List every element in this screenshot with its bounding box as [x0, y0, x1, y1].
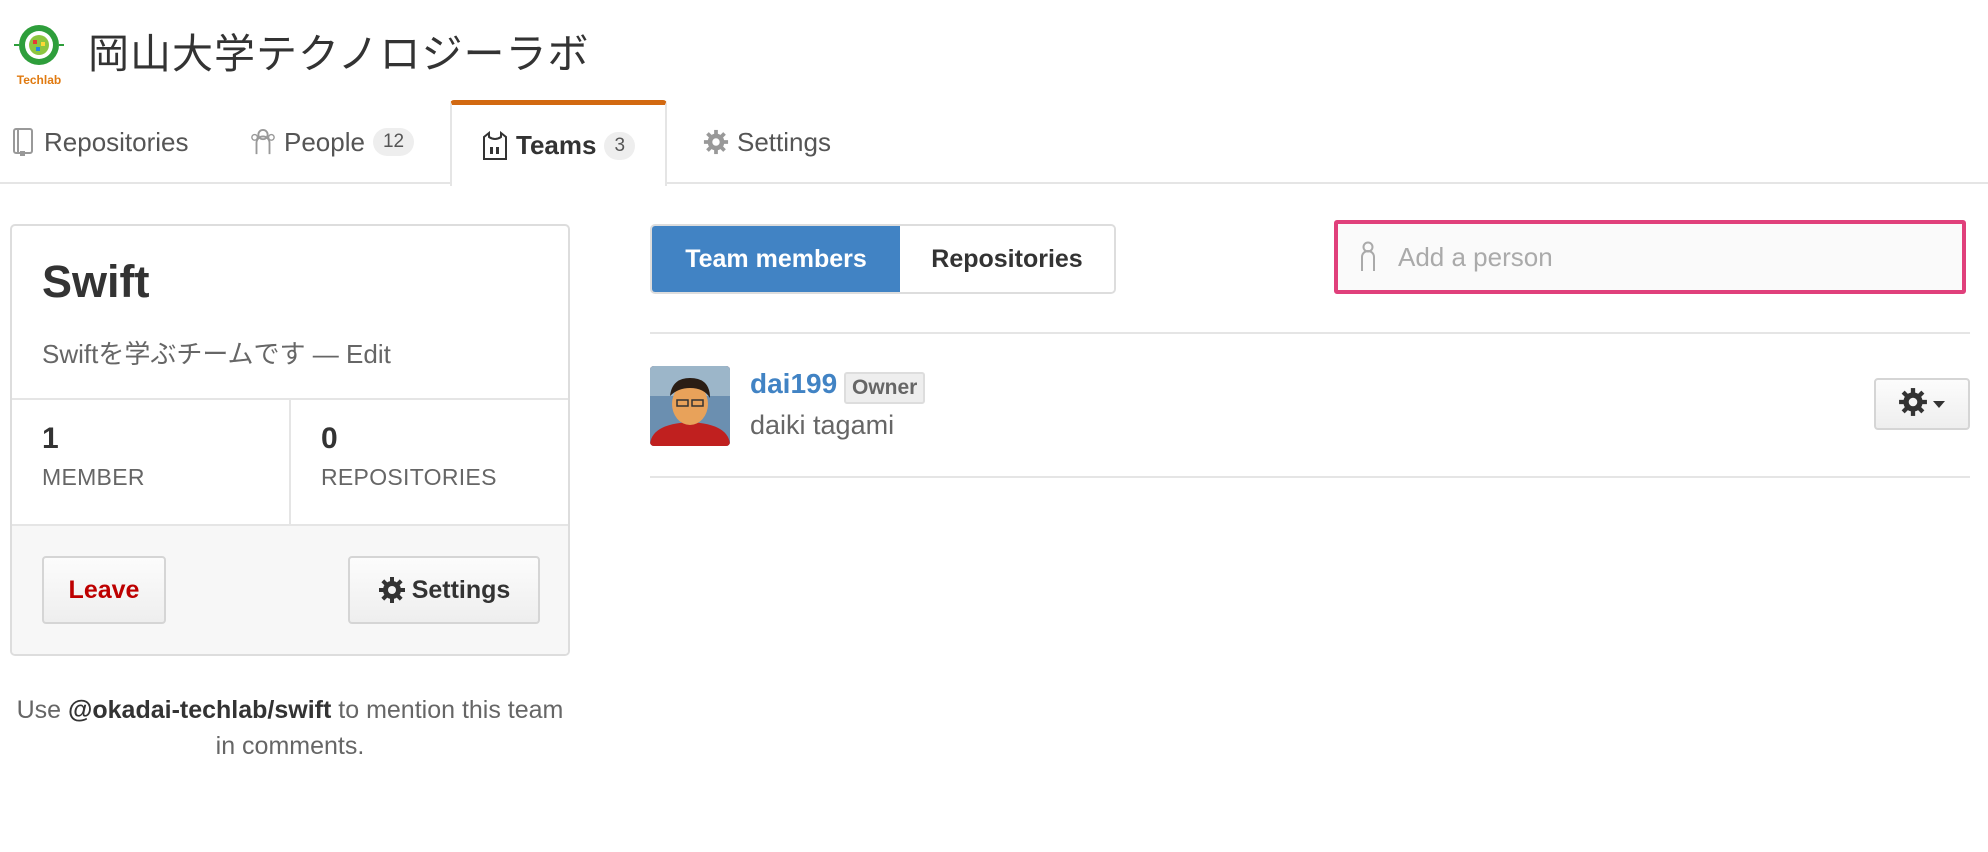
team-description: Swiftを学ぶチームです — Edit	[42, 334, 391, 371]
tab-repositories[interactable]: Repositories	[10, 100, 189, 184]
mention-note: Use @okadai-techlab/swift to mention thi…	[10, 692, 570, 764]
leave-team-button[interactable]: Leave	[42, 556, 166, 624]
svg-text:Techlab: Techlab	[17, 73, 61, 87]
tab-people[interactable]: People 12	[250, 100, 415, 184]
team-settings-label: Settings	[411, 575, 511, 604]
tab-label: Teams	[516, 130, 597, 160]
team-stats: 1 MEMBER 0 REPOSITORIES	[12, 398, 568, 526]
org-title: 岡山大学テクノロジーラボ	[88, 29, 590, 78]
tab-label: Settings	[737, 126, 831, 157]
repository-stat[interactable]: 0 REPOSITORIES	[289, 400, 568, 524]
org-header: Techlab 岡山大学テクノロジーラボ	[10, 18, 590, 90]
repo-icon	[10, 127, 36, 157]
jersey-icon	[482, 130, 508, 161]
add-person-field[interactable]	[1334, 220, 1966, 294]
people-icon	[250, 127, 276, 157]
caret-down-icon	[1932, 399, 1946, 409]
team-settings-button[interactable]: Settings	[348, 556, 540, 624]
org-nav-tabs: Repositories People 12 Teams 3 Settings	[0, 100, 1988, 186]
member-full-name: daiki tagami	[750, 410, 895, 440]
repository-label: REPOSITORIES	[321, 464, 497, 490]
team-members-button[interactable]: Team members	[652, 226, 900, 292]
team-actions: Leave Settings	[12, 526, 568, 654]
member-count: 1	[42, 422, 59, 455]
mention-prefix: Use	[16, 696, 68, 724]
repository-count: 0	[321, 422, 338, 455]
team-info-card: Swift Swiftを学ぶチームです — Edit 1 MEMBER 0 RE…	[10, 224, 570, 656]
team-mention-handle: @okadai-techlab/swift	[68, 696, 332, 724]
team-name: Swift	[42, 256, 150, 307]
gear-icon	[703, 127, 729, 157]
tab-label: Repositories	[44, 126, 189, 157]
tab-label: People	[284, 126, 365, 157]
tab-teams[interactable]: Teams 3	[450, 100, 668, 186]
gear-icon	[1898, 387, 1928, 422]
team-repositories-button[interactable]: Repositories	[900, 226, 1114, 292]
member-login-link[interactable]: dai199	[750, 368, 837, 400]
avatar[interactable]	[650, 366, 730, 446]
person-icon	[1358, 241, 1382, 273]
team-members-list: dai199 Owner daiki tagami	[650, 332, 1970, 478]
add-person-input[interactable]	[1398, 241, 1918, 273]
org-logo[interactable]: Techlab	[10, 21, 68, 87]
edit-description-link[interactable]: Edit	[346, 339, 391, 369]
tab-settings[interactable]: Settings	[703, 100, 831, 184]
team-view-toggle: Team members Repositories	[650, 224, 1116, 294]
member-stat[interactable]: 1 MEMBER	[12, 400, 289, 524]
member-row: dai199 Owner daiki tagami	[650, 334, 1970, 478]
member-label: MEMBER	[42, 464, 145, 490]
people-count-badge: 12	[372, 128, 415, 156]
team-description-text: Swiftを学ぶチームです	[42, 339, 306, 369]
member-settings-dropdown[interactable]	[1874, 378, 1970, 430]
teams-count-badge: 3	[604, 131, 636, 160]
description-separator: —	[305, 339, 347, 369]
gear-icon	[378, 576, 406, 604]
owner-badge: Owner	[844, 372, 926, 404]
